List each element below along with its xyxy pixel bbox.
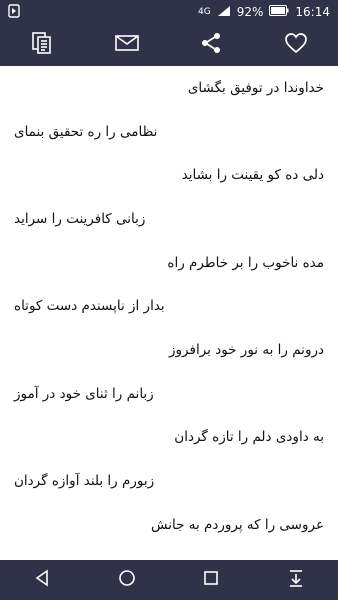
verse-line: به داودی دلم را تازه گردان — [174, 429, 324, 446]
verse-line: زبورم را بلند آوازه گردان — [14, 473, 155, 490]
verse-line: زبانم را ثنای خود در آموز — [14, 385, 154, 402]
home-icon — [118, 569, 136, 591]
back-icon — [34, 569, 50, 591]
verse-line: زبانی کافرینت را سراید — [14, 210, 146, 227]
mail-icon — [114, 33, 140, 57]
status-right: 4G 92% 16:14 — [198, 5, 330, 20]
recents-icon — [203, 570, 219, 590]
verse-line: نظامی را ره تحقیق بنمای — [14, 123, 158, 140]
mail-button[interactable] — [107, 27, 147, 63]
status-left — [8, 3, 20, 21]
back-button[interactable] — [22, 564, 62, 596]
clock: 16:14 — [295, 5, 330, 19]
poem-content[interactable]: خداوندا در توفیق بگشای نظامی را ره تحقیق… — [0, 66, 338, 560]
verse-line: درونم را به نور خود برافروز — [169, 341, 324, 358]
pages-icon — [30, 31, 54, 59]
notification-icon — [8, 3, 20, 21]
verse-line: دلی ده کو یقینت را بشاید — [181, 167, 324, 184]
pull-down-icon — [288, 569, 304, 591]
home-button[interactable] — [107, 564, 147, 596]
favorite-button[interactable] — [276, 27, 316, 63]
heart-icon — [284, 32, 308, 58]
battery-percent: 92% — [236, 5, 264, 19]
notification-pull-button[interactable] — [276, 564, 316, 596]
verse-line: مده ناخوب را بر خاطرم راه — [167, 254, 324, 271]
verse-line: خداوندا در توفیق بگشای — [187, 79, 324, 96]
network-type: 4G — [198, 7, 211, 17]
share-icon — [199, 31, 223, 59]
app-toolbar — [0, 24, 338, 66]
battery-icon — [269, 5, 289, 19]
status-bar: 4G 92% 16:14 — [0, 0, 338, 24]
recents-button[interactable] — [191, 564, 231, 596]
share-button[interactable] — [191, 27, 231, 63]
pages-button[interactable] — [22, 27, 62, 63]
signal-icon — [217, 5, 231, 20]
verse-line: بدار از ناپسندم دست کوتاه — [14, 298, 165, 315]
verse-line: عروسی را که پروردم به جانش — [150, 516, 324, 533]
system-nav-bar — [0, 560, 338, 600]
